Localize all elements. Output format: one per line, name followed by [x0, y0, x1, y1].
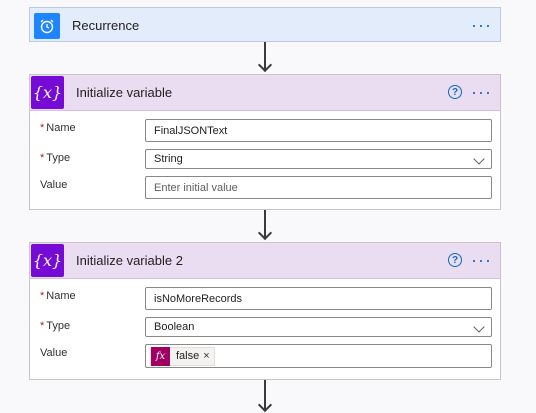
more-icon[interactable]: ··· — [471, 243, 492, 278]
recurrence-title: Recurrence — [72, 18, 140, 33]
initialize-variable-2-card[interactable]: {x} Initialize variable 2 ? ··· * Name is… — [29, 242, 501, 380]
value-label: Value — [40, 179, 68, 191]
type-select-value: String — [154, 153, 183, 165]
name-label: * Name — [40, 122, 76, 134]
token-value: false — [176, 350, 200, 362]
initialize-variable-title: Initialize variable — [76, 85, 173, 100]
variable-icon: {x} — [31, 76, 64, 109]
type-label: * Type — [40, 152, 70, 164]
value-row: Value fx false × — [30, 344, 500, 370]
name-label: * Name — [40, 290, 76, 302]
initialize-variable-2-header[interactable]: {x} Initialize variable 2 ? ··· — [30, 243, 500, 279]
required-mark: * — [40, 122, 45, 134]
required-mark: * — [40, 152, 45, 164]
alarm-clock-icon — [34, 12, 60, 39]
value-label: Value — [40, 347, 68, 359]
chevron-down-icon — [473, 321, 485, 333]
type-label: * Type — [40, 320, 70, 332]
initialize-variable-2-title: Initialize variable 2 — [76, 253, 183, 268]
arrow-head — [257, 225, 273, 241]
arrow-head — [257, 57, 273, 73]
initialize-variable-header[interactable]: {x} Initialize variable ? ··· — [30, 75, 500, 111]
type-label-text: Type — [46, 152, 71, 164]
fx-icon: fx — [151, 346, 170, 366]
required-mark: * — [40, 290, 45, 302]
recurrence-header[interactable]: Recurrence ··· — [30, 8, 500, 43]
more-icon[interactable]: ··· — [471, 8, 492, 43]
required-mark: * — [40, 320, 45, 332]
arrow-head — [257, 397, 273, 413]
name-row: * Name isNoMoreRecords — [30, 287, 500, 313]
variable-icon: {x} — [31, 244, 64, 277]
type-label-text: Type — [46, 320, 71, 332]
type-row: * Type Boolean — [30, 317, 500, 343]
name-field[interactable]: isNoMoreRecords — [145, 287, 492, 310]
more-icon[interactable]: ··· — [471, 75, 492, 110]
name-label-text: Name — [46, 290, 76, 302]
value-field[interactable]: fx false × — [145, 344, 492, 368]
close-icon[interactable]: × — [203, 350, 213, 362]
name-row: * Name FinalJSONText — [30, 119, 500, 145]
type-select[interactable]: Boolean — [145, 317, 492, 337]
name-field[interactable]: FinalJSONText — [145, 119, 492, 142]
value-row: Value Enter initial value — [30, 176, 500, 202]
help-icon[interactable]: ? — [448, 253, 462, 267]
recurrence-card[interactable]: Recurrence ··· — [29, 7, 501, 42]
value-field[interactable]: Enter initial value — [145, 176, 492, 199]
name-label-text: Name — [46, 122, 76, 134]
help-icon[interactable]: ? — [448, 85, 462, 99]
type-select-value: Boolean — [154, 321, 195, 333]
chevron-down-icon — [473, 153, 485, 165]
initialize-variable-card[interactable]: {x} Initialize variable ? ··· * Name Fina… — [29, 74, 501, 210]
expression-token[interactable]: fx false × — [150, 346, 215, 366]
type-select[interactable]: String — [145, 149, 492, 169]
type-row: * Type String — [30, 149, 500, 175]
